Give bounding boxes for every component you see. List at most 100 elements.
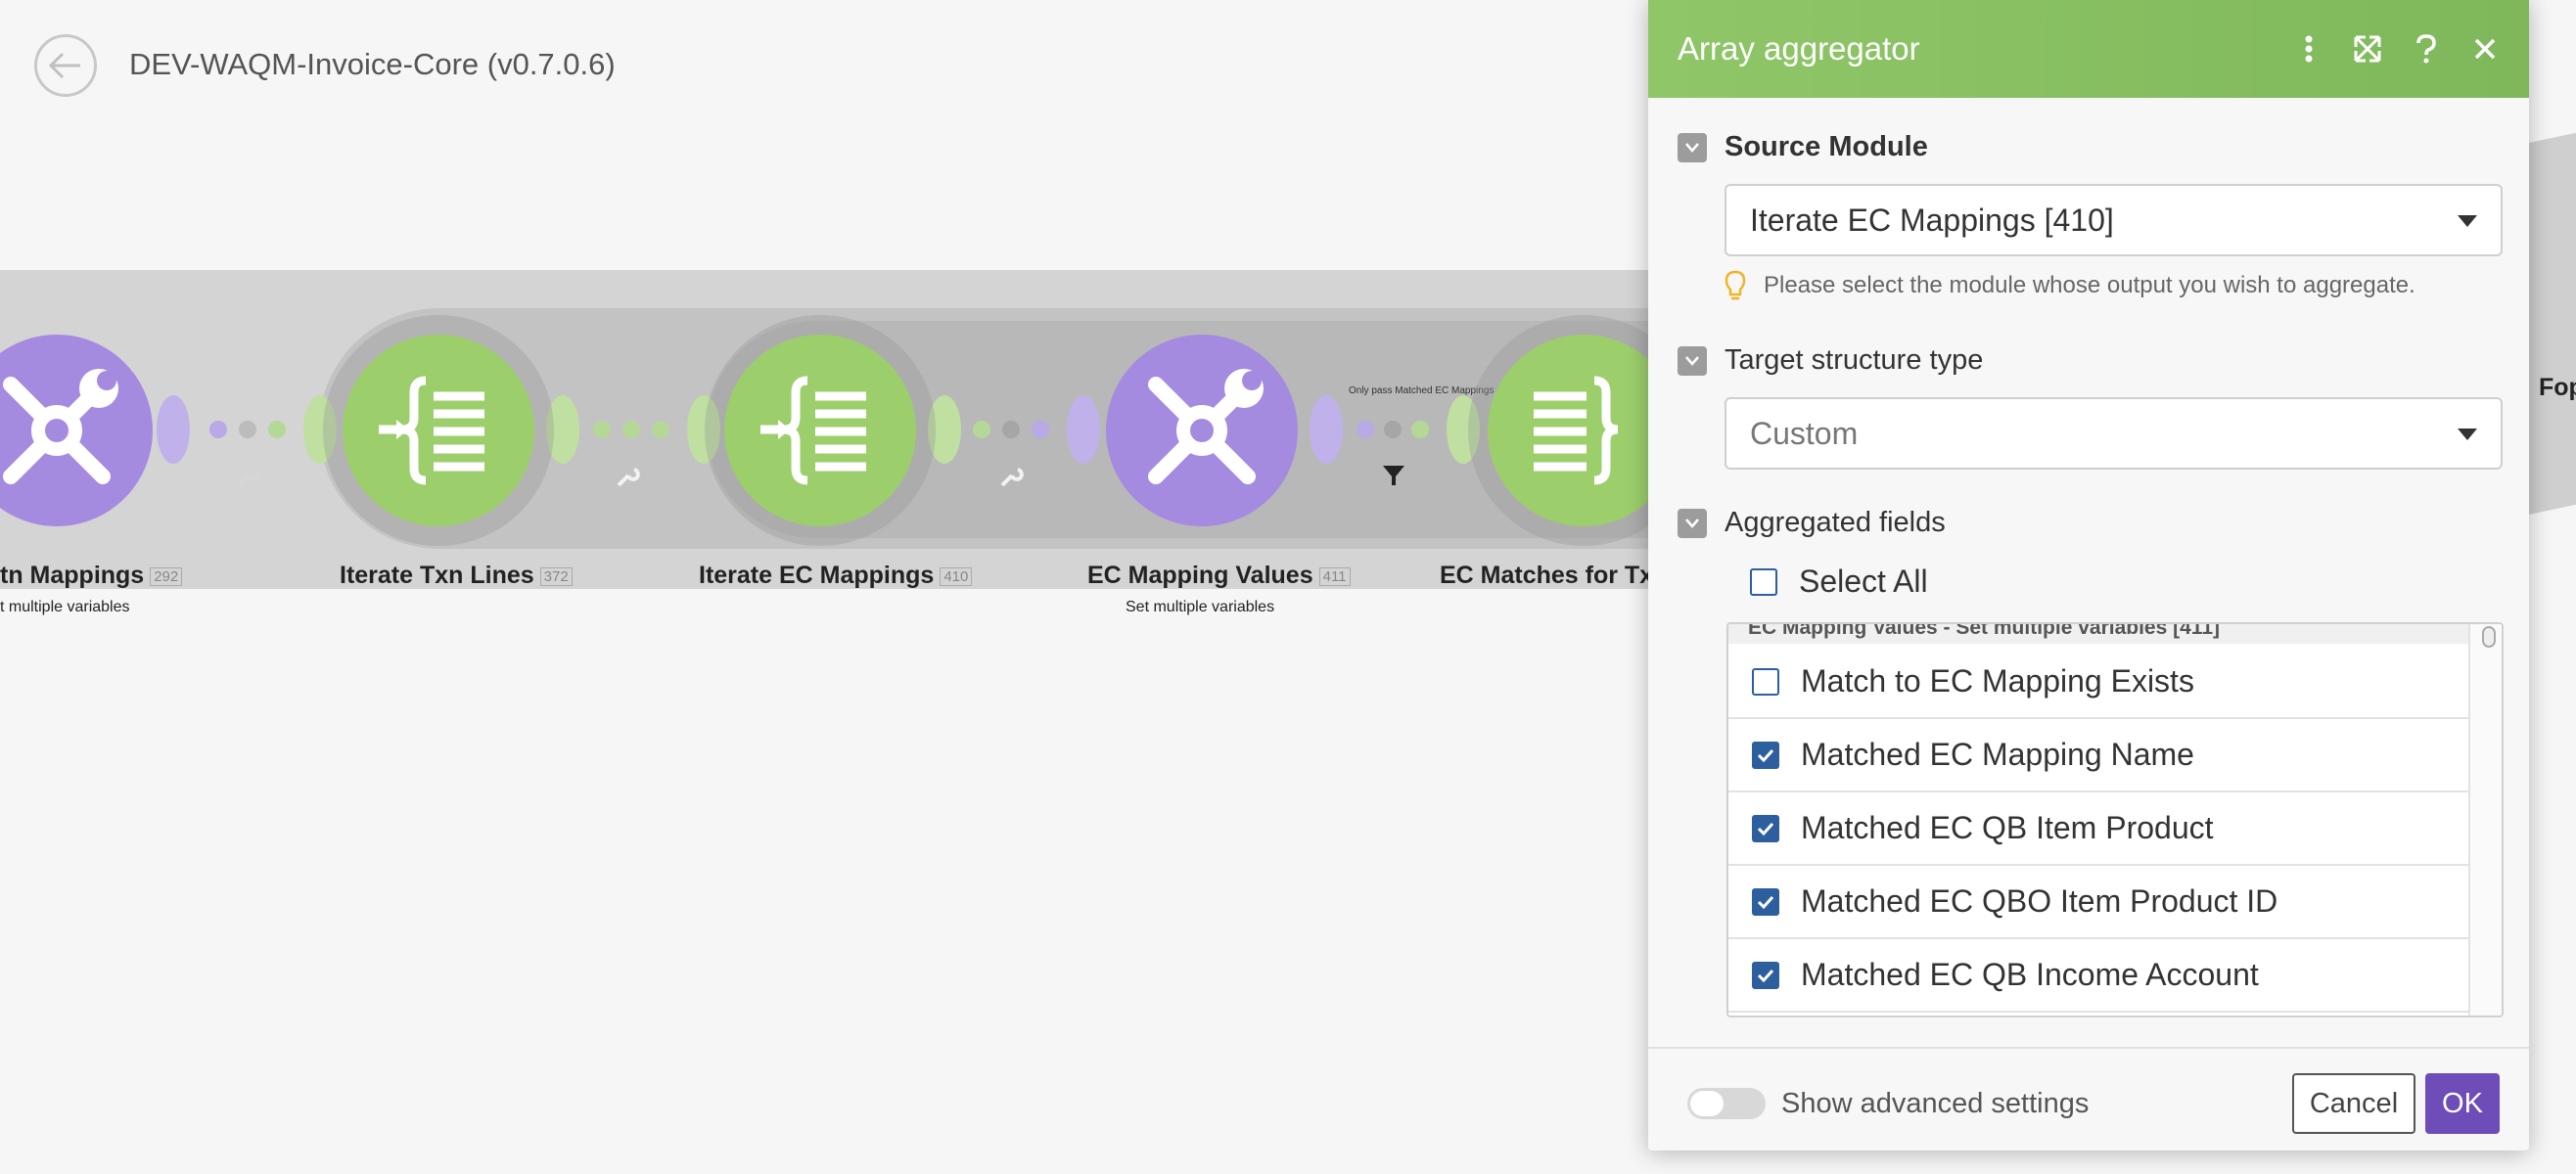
- list-item[interactable]: Matched EC Mapping Name: [1728, 719, 2468, 792]
- module-node[interactable]: [1106, 335, 1298, 526]
- advanced-settings-toggle[interactable]: [1687, 1088, 1766, 1119]
- ok-button[interactable]: OK: [2425, 1073, 2500, 1134]
- filter-label[interactable]: Only pass Matched EC Mappings: [1349, 385, 1494, 396]
- connector-dot: [239, 421, 256, 438]
- back-button[interactable]: [34, 34, 97, 97]
- connector-dot: [652, 421, 669, 438]
- checkbox[interactable]: [1752, 667, 1779, 696]
- target-structure-select[interactable]: Custom: [1725, 397, 2503, 470]
- wrench-icon[interactable]: [235, 464, 260, 489]
- list-item-label: Matched EC QB Income Account: [1801, 957, 2259, 992]
- module-settings-panel: Array aggregator Source Module Iterate E…: [1648, 0, 2529, 1151]
- module-id: 292: [150, 566, 183, 586]
- caret-down-icon: [2458, 215, 2477, 227]
- aggregated-fields-list[interactable]: EC Mapping Values - Set multiple variabl…: [1726, 622, 2504, 1017]
- module-label: EC Mapping Values 411: [1087, 562, 1351, 590]
- list-item-label: Match to EC Mapping Exists: [1801, 663, 2194, 699]
- wrench-icon[interactable]: [998, 464, 1024, 489]
- caret-down-icon: [2458, 429, 2477, 440]
- iterator-icon: [760, 376, 866, 485]
- toggle-knob: [1690, 1091, 1724, 1116]
- module-label: Iterate EC Mappings 410: [699, 562, 973, 590]
- connector-dot: [1032, 421, 1049, 438]
- connector-dot: [1002, 421, 1020, 438]
- module-node[interactable]: [343, 335, 534, 526]
- panel-footer: Show advanced settings Cancel OK: [1648, 1047, 2529, 1151]
- checkbox[interactable]: [1752, 741, 1779, 769]
- panel-header: Array aggregator: [1648, 0, 2529, 98]
- next-route-band: [2527, 130, 2576, 516]
- list-item[interactable]: Match to EC Mapping Exists: [1728, 646, 2468, 719]
- collapse-toggle[interactable]: [1678, 345, 1707, 376]
- checkmark-icon: [1757, 748, 1774, 762]
- connector-ear: [1067, 395, 1100, 464]
- aggregator-icon: [1534, 376, 1619, 485]
- source-module-select[interactable]: Iterate EC Mappings [410]: [1725, 184, 2503, 256]
- wrench-icon[interactable]: [615, 464, 640, 489]
- module-subtitle: Set multiple variables: [1126, 599, 1275, 615]
- connector-dot: [268, 421, 286, 438]
- module-node[interactable]: [724, 335, 916, 526]
- target-structure-label: Target structure type: [1678, 344, 1983, 377]
- help-icon[interactable]: [2412, 34, 2441, 64]
- connector-dot: [593, 421, 611, 438]
- close-icon[interactable]: [2470, 34, 2500, 64]
- scrollbar[interactable]: [2468, 624, 2502, 1016]
- aggregated-fields-label: Aggregated fields: [1678, 507, 1946, 539]
- module-label: Fop: [2539, 374, 2576, 401]
- list-item[interactable]: Matched EC QBO Item Product ID: [1728, 866, 2468, 939]
- chevron-down-icon: [1685, 518, 1699, 528]
- connector-ear: [157, 395, 190, 464]
- scenario-title: DEV-WAQM-Invoice-Core (v0.7.0.6): [129, 47, 616, 81]
- connector-dot: [1384, 421, 1402, 438]
- connector-dot: [1411, 421, 1429, 438]
- list-item[interactable]: Matched EC QB Income Account: [1728, 939, 2468, 1013]
- tools-icon: [1148, 369, 1264, 484]
- module-label: EC Matches for Tx: [1440, 562, 1654, 589]
- scroll-thumb[interactable]: [2482, 626, 2496, 648]
- checkbox[interactable]: [1752, 814, 1779, 842]
- chevron-down-icon: [1685, 142, 1699, 153]
- panel-actions: [2294, 0, 2500, 98]
- list-item[interactable]: Matched EC QB Item Product: [1728, 792, 2468, 866]
- arrow-left-icon: [49, 52, 80, 79]
- iterator-icon: [379, 376, 484, 485]
- expand-icon[interactable]: [2353, 34, 2382, 64]
- connector-dot: [1357, 421, 1374, 438]
- connector-ear: [1310, 395, 1343, 464]
- module-subtitle: t multiple variables: [0, 599, 130, 615]
- checkbox[interactable]: [1750, 567, 1777, 596]
- list-item-label: Matched EC QB Item Product: [1801, 810, 2214, 845]
- target-structure-value: Custom: [1750, 415, 1859, 451]
- chevron-down-icon: [1685, 355, 1699, 366]
- more-options-icon[interactable]: [2294, 34, 2323, 64]
- module-node[interactable]: [0, 335, 153, 526]
- filter-icon[interactable]: [1382, 464, 1405, 487]
- connector-dot: [622, 421, 640, 438]
- checkmark-icon: [1757, 969, 1774, 982]
- checkmark-icon: [1757, 895, 1774, 909]
- advanced-settings-label: Show advanced settings: [1781, 1088, 2090, 1119]
- checkbox[interactable]: [1752, 887, 1779, 916]
- list-item-label: Matched EC QBO Item Product ID: [1801, 883, 2278, 919]
- select-all-checkbox[interactable]: Select All: [1750, 564, 1928, 600]
- collapse-toggle[interactable]: [1678, 508, 1707, 538]
- select-all-label: Select All: [1799, 564, 1928, 599]
- module-id: 410: [940, 566, 973, 586]
- collapse-toggle[interactable]: [1678, 132, 1707, 162]
- source-module-label: Source Module: [1678, 131, 1928, 163]
- module-id: 411: [1318, 566, 1351, 586]
- module-label: tn Mappings 292: [0, 562, 183, 590]
- checkmark-icon: [1757, 822, 1774, 835]
- field-group-header: EC Mapping Values - Set multiple variabl…: [1728, 624, 2468, 644]
- list-item-label: Matched EC Mapping Name: [1801, 737, 2194, 772]
- lightbulb-icon: [1725, 270, 1746, 300]
- cancel-button[interactable]: Cancel: [2292, 1073, 2415, 1134]
- module-id: 372: [539, 566, 573, 586]
- checkbox[interactable]: [1752, 961, 1779, 989]
- tools-icon: [3, 369, 118, 484]
- source-module-value: Iterate EC Mappings [410]: [1750, 202, 2114, 238]
- module-label: Iterate Txn Lines 372: [340, 562, 573, 590]
- connector-dot: [209, 421, 227, 438]
- connector-dot: [973, 421, 990, 438]
